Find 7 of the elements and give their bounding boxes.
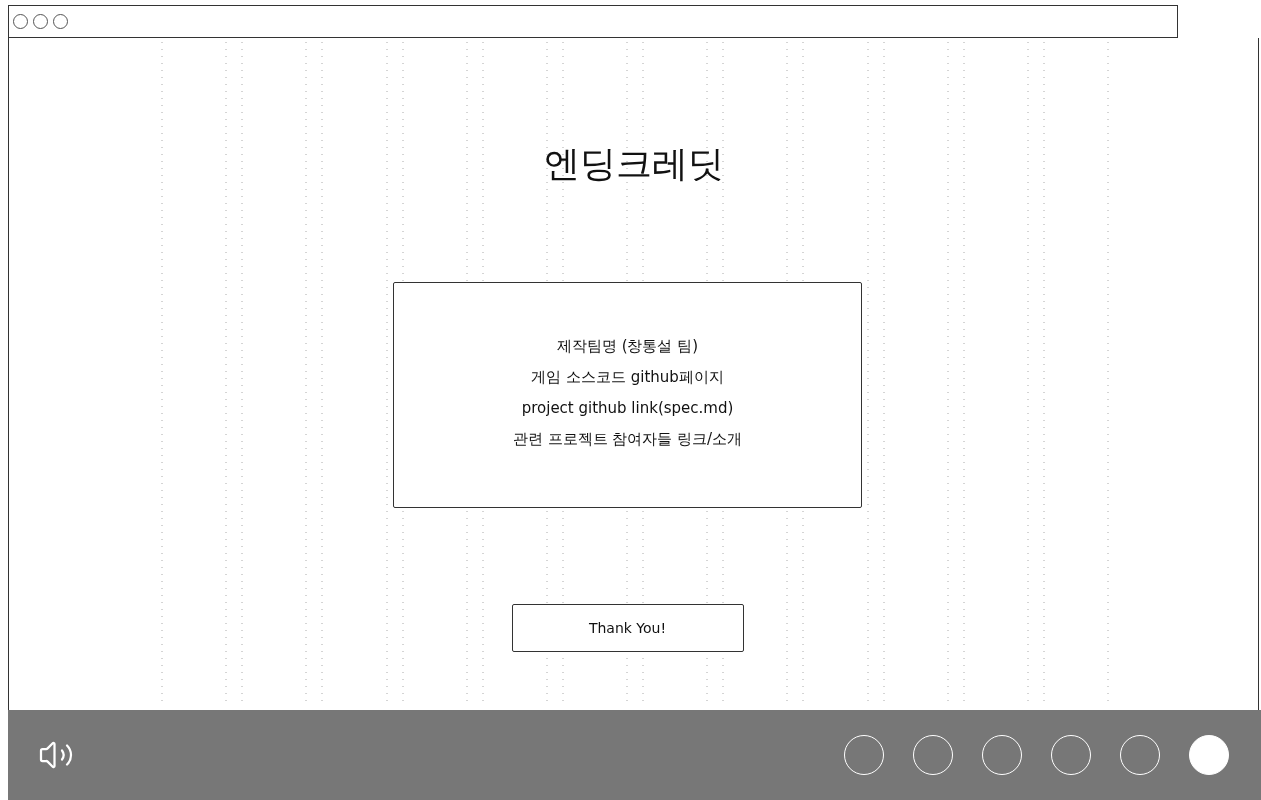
page-title: 엔딩크레딧 [543, 142, 724, 186]
credit-line: 관련 프로젝트 참여자들 링크/소개 [512, 428, 743, 450]
page-indicator-dot[interactable] [1189, 735, 1229, 775]
credit-line: 제작팀명 (창통설 팀) [556, 335, 699, 357]
thank-you-button[interactable]: Thank You! [511, 604, 744, 652]
credit-line: project github link(spec.md) [521, 397, 734, 419]
credit-line: 게임 소스코드 github페이지 [531, 366, 724, 388]
